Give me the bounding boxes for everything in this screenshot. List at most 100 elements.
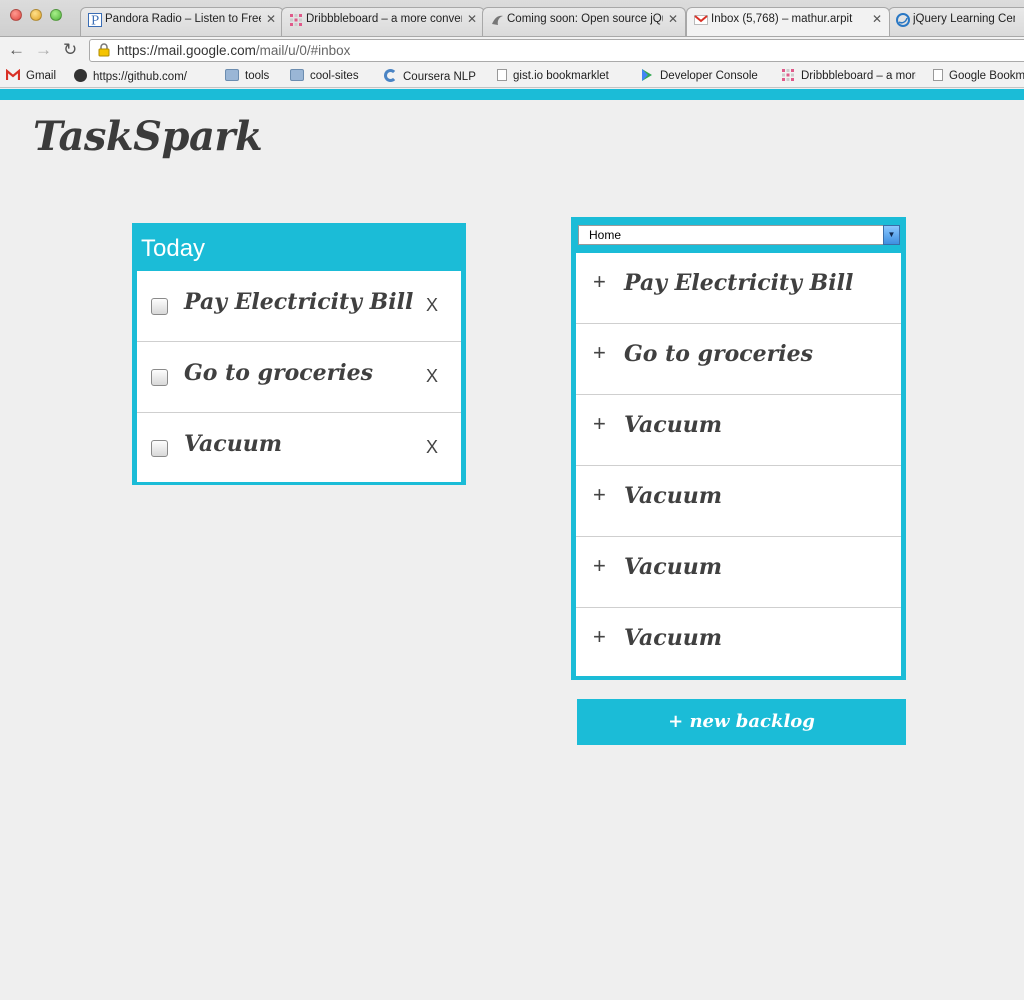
today-task-list: Pay Electricity Bill X Go to groceries X…	[137, 271, 461, 482]
close-tab-icon[interactable]: ✕	[668, 12, 678, 26]
bookmark-developer-console[interactable]: Developer Console	[640, 69, 758, 85]
pandora-icon: P	[88, 13, 102, 27]
add-to-today-button[interactable]: +	[593, 269, 606, 295]
gmail-icon	[694, 15, 708, 25]
bookmark-label: cool-sites	[310, 70, 359, 82]
bookmark-gist[interactable]: gist.io bookmarklet	[497, 69, 609, 85]
close-window-button[interactable]	[10, 9, 22, 21]
backlog-item-title: Vacuum	[624, 554, 722, 580]
jquery-icon	[492, 15, 503, 25]
backlog-select-value: Home	[589, 228, 622, 242]
add-to-today-button[interactable]: +	[593, 340, 606, 366]
backlog-list: + Pay Electricity Bill + Go to groceries…	[576, 253, 901, 676]
svg-text:P: P	[91, 14, 99, 28]
task-title: Pay Electricity Bill	[184, 289, 414, 315]
browser-tab[interactable]: Coming soon: Open source jQuery ✕	[482, 7, 686, 36]
backlog-item-title: Pay Electricity Bill	[624, 270, 854, 296]
bookmark-folder-tools[interactable]: tools	[225, 69, 269, 85]
close-tab-icon[interactable]: ✕	[467, 12, 477, 26]
bookmark-label: Gmail	[26, 70, 57, 82]
browser-tab-strip: P Pandora Radio – Listen to Free Interne…	[0, 0, 1024, 36]
reload-icon[interactable]: ↻	[63, 40, 77, 60]
minimize-window-button[interactable]	[30, 9, 42, 21]
page-icon	[933, 69, 943, 81]
security-warning-icon	[98, 43, 110, 57]
bookmark-label: gist.io bookmarklet	[513, 70, 609, 82]
zoom-window-button[interactable]	[50, 9, 62, 21]
today-task-item: Pay Electricity Bill X	[137, 271, 461, 342]
backlog-item: + Pay Electricity Bill	[576, 253, 901, 324]
bookmarks-bar: Gmail https://github.com/ tools cool-sit…	[0, 64, 1024, 88]
bookmark-label: tools	[245, 70, 270, 82]
today-task-item: Go to groceries X	[137, 342, 461, 413]
bookmark-coursera[interactable]: Coursera NLP	[384, 69, 476, 85]
app-logo: TaskSpark	[33, 113, 263, 160]
task-checkbox[interactable]	[151, 298, 168, 315]
browser-tab-active[interactable]: Inbox (5,768) – mathur.arpit ✕	[686, 7, 890, 36]
forward-arrow-icon[interactable]: →	[35, 40, 52, 60]
page-icon	[497, 69, 507, 81]
add-to-today-button[interactable]: +	[593, 482, 606, 508]
url-host: https://mail.google.com	[117, 43, 256, 58]
dribbble-icon	[290, 14, 302, 26]
back-arrow-icon[interactable]: ←	[8, 40, 25, 60]
today-panel: Today Pay Electricity Bill X Go to groce…	[132, 223, 466, 485]
tab-title: jQuery Learning Center	[913, 13, 1015, 25]
chevron-down-icon[interactable]: ▼	[883, 225, 900, 245]
backlog-category-select[interactable]: Home ▼	[578, 225, 900, 245]
close-tab-icon[interactable]: ✕	[266, 12, 276, 26]
app-top-accent-bar	[0, 89, 1024, 100]
github-icon	[74, 69, 87, 82]
bookmark-label: Google Bookmarks	[949, 70, 1024, 82]
backlog-item: + Go to groceries	[576, 324, 901, 395]
coursera-icon	[384, 69, 397, 82]
tab-title: Dribbbleboard – a more convenient Dribbb…	[306, 13, 462, 25]
tab-title: Pandora Radio – Listen to Free Internet …	[105, 13, 261, 25]
backlog-panel: Home ▼ + Pay Electricity Bill + Go to gr…	[571, 217, 906, 680]
bookmark-label: Coursera NLP	[403, 71, 476, 83]
gmail-icon	[6, 69, 20, 80]
bookmark-label: https://github.com/	[93, 71, 187, 83]
bookmark-label: Dribbbleboard – a more convenient Dribbb…	[801, 70, 916, 82]
folder-icon	[225, 69, 239, 81]
close-tab-icon[interactable]: ✕	[872, 12, 882, 26]
today-heading: Today	[141, 235, 206, 262]
task-checkbox[interactable]	[151, 440, 168, 457]
dribbble-icon	[782, 69, 794, 81]
url-text: https://mail.google.com/mail/u/0/#inbox	[117, 43, 350, 58]
browser-tab[interactable]: jQuery Learning Center	[888, 7, 1024, 36]
delete-task-button[interactable]: X	[426, 437, 438, 458]
folder-icon	[290, 69, 304, 81]
bookmark-dribbbleboard[interactable]: Dribbbleboard – a more convenient Dribbb…	[781, 69, 916, 85]
new-backlog-button[interactable]: + new backlog	[577, 699, 906, 745]
delete-task-button[interactable]: X	[426, 295, 438, 316]
url-path: /mail/u/0/#inbox	[255, 43, 351, 58]
bookmark-github[interactable]: https://github.com/	[74, 69, 187, 85]
task-checkbox[interactable]	[151, 369, 168, 386]
backlog-item: + Vacuum	[576, 537, 901, 608]
backlog-item-title: Vacuum	[624, 483, 722, 509]
add-to-today-button[interactable]: +	[593, 624, 606, 650]
add-to-today-button[interactable]: +	[593, 411, 606, 437]
address-bar[interactable]: https://mail.google.com/mail/u/0/#inbox	[89, 39, 1024, 62]
bookmark-folder-cool-sites[interactable]: cool-sites	[290, 69, 359, 85]
browser-toolbar: ← → ↻ https://mail.google.com/mail/u/0/#…	[0, 36, 1024, 64]
backlog-item-title: Vacuum	[624, 412, 722, 438]
browser-tab[interactable]: P Pandora Radio – Listen to Free Interne…	[80, 7, 284, 36]
bookmark-label: Developer Console	[660, 70, 758, 82]
task-title: Vacuum	[184, 431, 282, 457]
task-title: Go to groceries	[184, 360, 373, 386]
browser-tab[interactable]: Dribbbleboard – a more convenient Dribbb…	[281, 7, 485, 36]
tab-title: Coming soon: Open source jQuery	[507, 13, 663, 25]
backlog-item: + Vacuum	[576, 608, 901, 676]
bookmark-google-bookmarks[interactable]: Google Bookmarks	[933, 69, 1024, 85]
backlog-item: + Vacuum	[576, 395, 901, 466]
delete-task-button[interactable]: X	[426, 366, 438, 387]
add-to-today-button[interactable]: +	[593, 553, 606, 579]
backlog-item: + Vacuum	[576, 466, 901, 537]
jquery-learning-icon	[896, 13, 910, 27]
today-task-item: Vacuum X	[137, 413, 461, 482]
bookmark-gmail[interactable]: Gmail	[6, 69, 56, 85]
play-store-icon	[642, 69, 652, 81]
backlog-item-title: Go to groceries	[624, 341, 813, 367]
